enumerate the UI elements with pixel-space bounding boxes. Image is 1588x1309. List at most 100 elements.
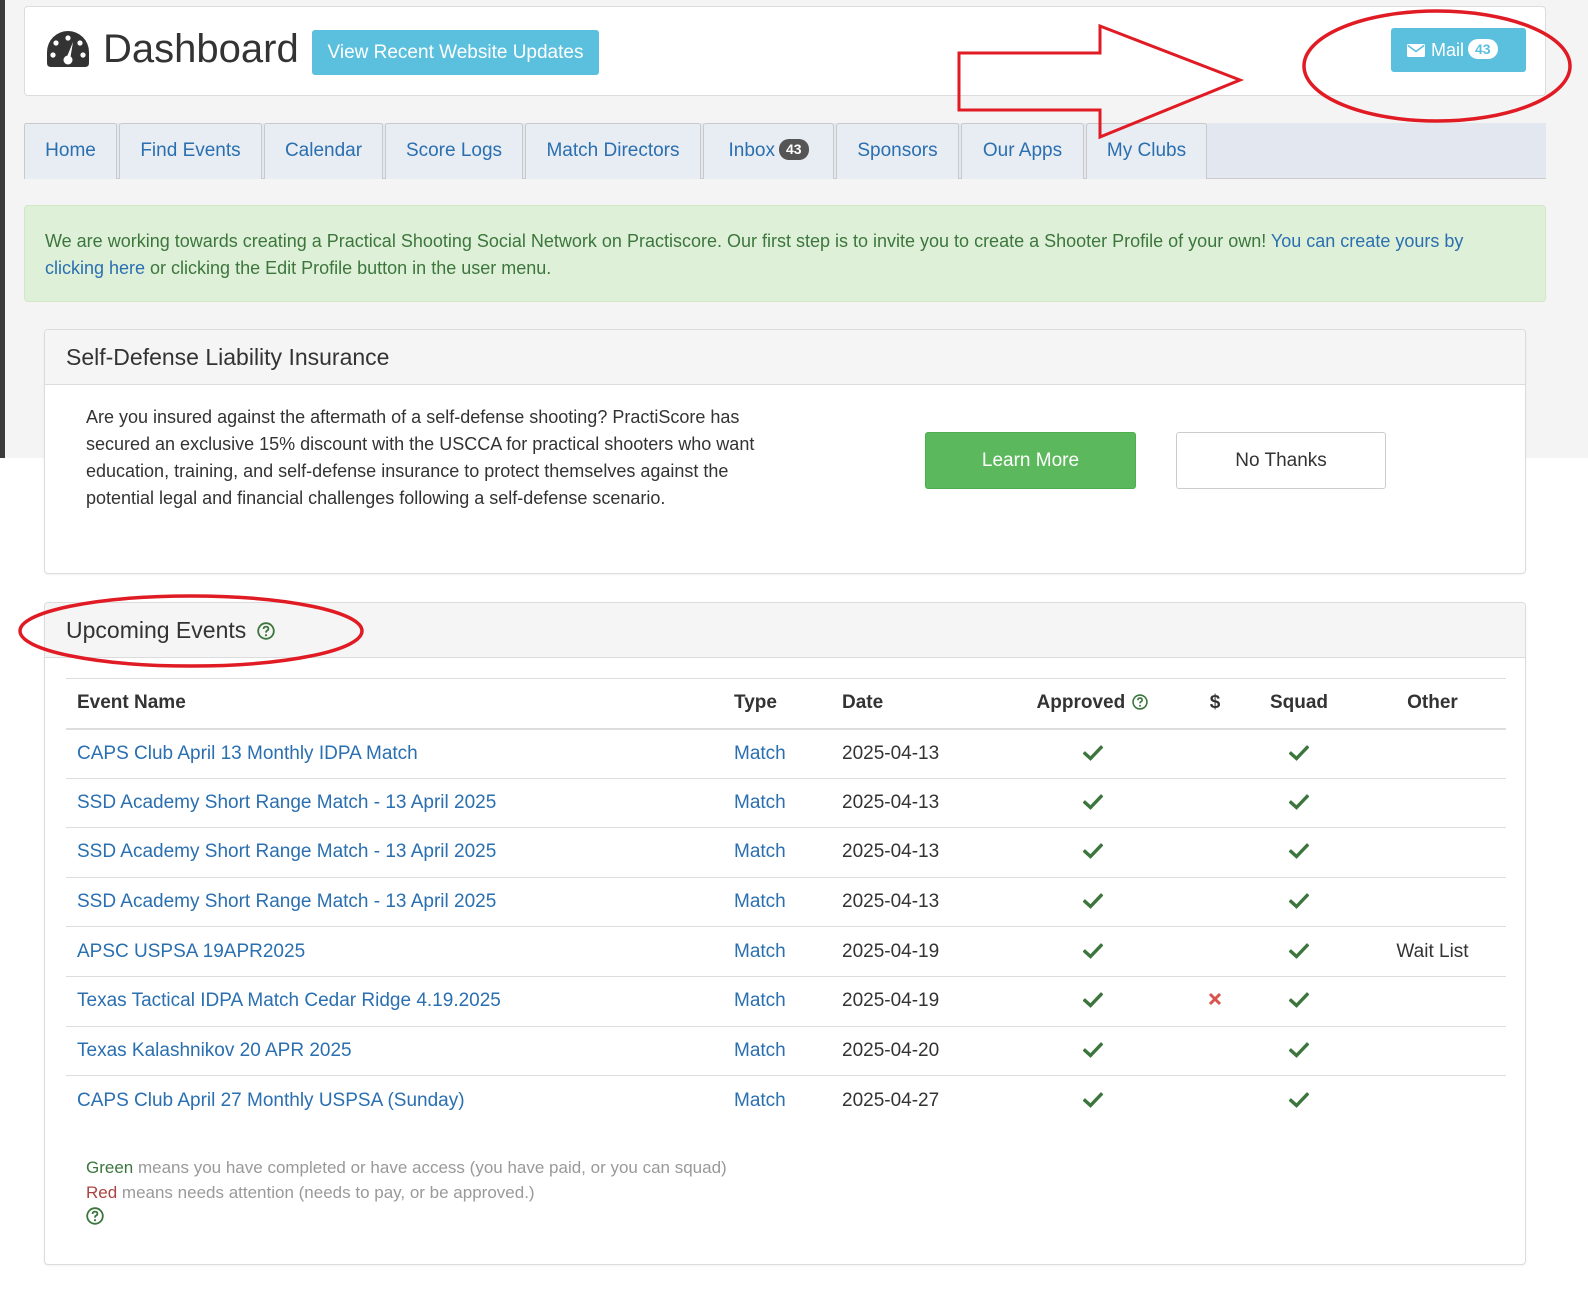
- squad-cell: [1239, 1076, 1359, 1126]
- squad-cell: [1239, 877, 1359, 928]
- check-icon: [1289, 1041, 1309, 1058]
- legend-red-text: means needs attention (needs to pay, or …: [117, 1183, 535, 1202]
- tab-my-clubs[interactable]: My Clubs: [1086, 123, 1207, 179]
- page-title: Dashboard: [103, 27, 299, 71]
- paid-cell: [1191, 1076, 1239, 1126]
- tab-inbox[interactable]: Inbox 43: [703, 123, 834, 179]
- approved-cell: [994, 877, 1191, 928]
- status-legend: Green means you have completed or have a…: [86, 1155, 727, 1230]
- question-circle-icon[interactable]: [86, 1207, 104, 1225]
- check-icon: [1289, 893, 1309, 909]
- no-thanks-button[interactable]: No Thanks: [1176, 432, 1386, 489]
- tab-score-logs[interactable]: Score Logs: [385, 123, 523, 179]
- approved-cell: [994, 827, 1191, 878]
- insurance-panel-title: Self-Defense Liability Insurance: [45, 330, 1525, 385]
- table-row: APSC USPSA 19APR2025 Match 2025-04-19 Wait …: [66, 926, 1506, 977]
- social-network-alert: We are working towards creating a Practi…: [24, 205, 1546, 302]
- other-cell: [1359, 827, 1506, 878]
- event-date: 2025-04-13: [831, 778, 994, 829]
- check-icon: [1289, 843, 1309, 860]
- question-circle-icon[interactable]: [1132, 694, 1149, 710]
- events-table: Event Name Type Date Approved $ Squad Ot…: [66, 678, 1506, 1125]
- table-header-row: Event Name Type Date Approved $ Squad Ot…: [66, 678, 1506, 730]
- event-name-link[interactable]: Texas Kalashnikov 20 APR 2025: [77, 1040, 352, 1061]
- check-icon: [1082, 1041, 1103, 1058]
- table-row: Texas Kalashnikov 20 APR 2025 Match 2025-0…: [66, 1026, 1506, 1077]
- column-header-paid[interactable]: $: [1191, 678, 1239, 730]
- squad-cell: [1239, 728, 1359, 779]
- cross-icon: [1208, 993, 1222, 1006]
- event-name-link[interactable]: CAPS Club April 27 Monthly USPSA (Sunday…: [77, 1090, 465, 1111]
- check-icon: [1082, 1091, 1103, 1108]
- main-nav-tabs: Home Find Events Calendar Score Logs Mat…: [24, 123, 1546, 179]
- learn-more-button[interactable]: Learn More: [925, 432, 1136, 489]
- event-type-link[interactable]: Match: [734, 941, 786, 962]
- envelope-icon: [1407, 44, 1425, 57]
- event-name-link[interactable]: SSD Academy Short Range Match - 13 April…: [77, 891, 496, 912]
- tab-sponsors[interactable]: Sponsors: [836, 123, 959, 179]
- event-name-link[interactable]: SSD Academy Short Range Match - 13 April…: [77, 792, 496, 813]
- column-header-approved[interactable]: Approved: [994, 678, 1191, 730]
- tab-calendar[interactable]: Calendar: [264, 123, 383, 179]
- squad-cell: [1239, 976, 1359, 1027]
- paid-cell: [1191, 1026, 1239, 1077]
- dashboard-header: Dashboard View Recent Website Updates Ma…: [24, 6, 1546, 96]
- check-icon: [1082, 992, 1103, 1009]
- check-icon: [1082, 843, 1103, 860]
- event-type-link[interactable]: Match: [734, 990, 786, 1011]
- squad-cell: [1239, 1026, 1359, 1077]
- event-name-link[interactable]: APSC USPSA 19APR2025: [77, 941, 305, 962]
- other-cell: [1359, 1076, 1506, 1126]
- upcoming-events-header: Upcoming Events: [45, 603, 1525, 658]
- other-cell: [1359, 778, 1506, 829]
- column-header-date[interactable]: Date: [831, 678, 994, 730]
- check-icon: [1082, 942, 1103, 959]
- event-type-link[interactable]: Match: [734, 841, 786, 862]
- legend-green-text: means you have completed or have access …: [133, 1158, 727, 1177]
- table-row: Texas Tactical IDPA Match Cedar Ridge 4.…: [66, 976, 1506, 1027]
- paid-cell: [1191, 827, 1239, 878]
- column-header-type[interactable]: Type: [723, 678, 831, 730]
- other-cell: [1359, 976, 1506, 1027]
- alert-text-after: or clicking the Edit Profile button in t…: [145, 258, 552, 278]
- column-header-squad[interactable]: Squad: [1239, 678, 1359, 730]
- approved-cell: [994, 1026, 1191, 1077]
- tab-our-apps[interactable]: Our Apps: [961, 123, 1084, 179]
- event-type-link[interactable]: Match: [734, 1040, 786, 1061]
- table-row: CAPS Club April 27 Monthly USPSA (Sunday…: [66, 1076, 1506, 1126]
- other-cell: Wait List: [1359, 926, 1506, 977]
- column-header-other[interactable]: Other: [1359, 678, 1506, 730]
- event-type-link[interactable]: Match: [734, 1090, 786, 1111]
- other-cell: [1359, 728, 1506, 779]
- question-circle-icon[interactable]: [256, 622, 275, 640]
- paid-cell: [1191, 976, 1239, 1027]
- mail-label: Mail: [1431, 40, 1465, 60]
- event-date: 2025-04-27: [842, 1089, 940, 1111]
- approved-cell: [994, 976, 1191, 1027]
- event-name-link[interactable]: Texas Tactical IDPA Match Cedar Ridge 4.…: [77, 990, 501, 1011]
- event-date: 2025-04-13: [831, 728, 994, 779]
- event-type-link[interactable]: Match: [734, 792, 786, 813]
- table-row: SSD Academy Short Range Match - 13 April…: [66, 827, 1506, 878]
- view-updates-button[interactable]: View Recent Website Updates: [312, 30, 599, 75]
- tab-home[interactable]: Home: [24, 123, 117, 179]
- event-date: 2025-04-13: [831, 827, 994, 878]
- event-type-link[interactable]: Match: [734, 891, 786, 912]
- event-type-link[interactable]: Match: [734, 743, 786, 764]
- event-date: 2025-04-20: [831, 1026, 994, 1077]
- tab-find-events[interactable]: Find Events: [119, 123, 262, 179]
- event-name-link[interactable]: CAPS Club April 13 Monthly IDPA Match: [77, 743, 418, 764]
- table-row: SSD Academy Short Range Match - 13 April…: [66, 877, 1506, 928]
- mail-button[interactable]: Mail 43: [1391, 28, 1526, 72]
- alert-text: We are working towards creating a Practi…: [45, 231, 1271, 251]
- mail-count-badge: 43: [1468, 39, 1498, 59]
- paid-cell: [1191, 778, 1239, 829]
- check-icon: [1289, 1091, 1309, 1108]
- insurance-description: Are you insured against the aftermath of…: [86, 407, 755, 508]
- upcoming-events-title: Upcoming Events: [66, 617, 247, 643]
- insurance-panel: Self-Defense Liability Insurance Are you…: [44, 329, 1526, 574]
- column-header-event-name[interactable]: Event Name: [66, 678, 723, 730]
- tab-match-directors[interactable]: Match Directors: [525, 123, 701, 179]
- check-icon: [1289, 992, 1309, 1009]
- event-name-link[interactable]: SSD Academy Short Range Match - 13 April…: [77, 841, 496, 862]
